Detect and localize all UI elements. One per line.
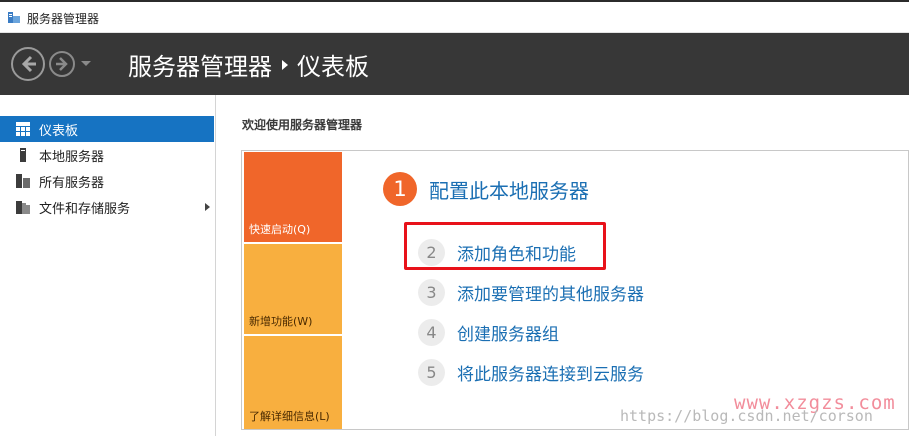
sidebar-item-dashboard[interactable]: 仪表板 <box>0 116 214 142</box>
chevron-right-icon[interactable] <box>205 203 210 211</box>
dashboard-icon <box>16 122 30 136</box>
step-label: 创建服务器组 <box>457 324 559 345</box>
file-storage-icon <box>16 201 30 214</box>
server-manager-app-icon <box>8 12 20 23</box>
sidebar-item-local-server[interactable]: 本地服务器 <box>0 142 214 168</box>
sidebar-item-label: 本地服务器 <box>39 149 105 165</box>
annotation-highlight-box <box>404 222 606 270</box>
tile-learn-more[interactable]: 了解详细信息(L) <box>244 336 342 429</box>
step-number-badge: 4 <box>418 318 445 346</box>
add-other-servers-link[interactable]: 3 添加要管理的其他服务器 <box>418 278 644 306</box>
header-bar: 服务器管理器 仪表板 <box>0 33 909 95</box>
tile-whats-new[interactable]: 新增功能(W) <box>244 244 342 334</box>
sidebar-item-label: 文件和存储服务 <box>39 201 131 217</box>
tile-label: 了解详细信息(L) <box>249 410 330 423</box>
title-bar: 服务器管理器 <box>0 0 909 33</box>
sidebar-item-all-servers[interactable]: 所有服务器 <box>0 168 214 194</box>
window-title: 服务器管理器 <box>27 12 100 26</box>
tile-label: 新增功能(W) <box>249 315 313 328</box>
step-1-number-badge: 1 <box>383 172 417 206</box>
sidebar: 仪表板 本地服务器 所有服务器 文件和存储服务 <box>0 95 216 436</box>
all-servers-icon <box>16 174 30 188</box>
configure-local-server-link[interactable]: 配置此本地服务器 <box>429 175 589 204</box>
step-number-badge: 5 <box>418 358 445 386</box>
blog-watermark: https://blog.csdn.net/corson <box>620 407 873 425</box>
sidebar-item-label: 所有服务器 <box>39 175 105 191</box>
create-server-group-link[interactable]: 4 创建服务器组 <box>418 318 559 346</box>
local-server-icon <box>20 148 26 162</box>
welcome-heading: 欢迎使用服务器管理器 <box>242 118 363 132</box>
history-dropdown-icon[interactable] <box>79 59 93 69</box>
forward-button[interactable] <box>49 51 75 77</box>
connect-cloud-services-link[interactable]: 5 将此服务器连接到云服务 <box>418 358 644 386</box>
breadcrumb-current: 仪表板 <box>297 53 369 81</box>
step-number-badge: 3 <box>418 278 445 306</box>
sidebar-item-file-storage[interactable]: 文件和存储服务 <box>0 194 214 220</box>
sidebar-item-label: 仪表板 <box>39 123 79 139</box>
breadcrumb-separator-icon <box>282 59 288 70</box>
step-label: 将此服务器连接到云服务 <box>457 364 644 385</box>
breadcrumb-root[interactable]: 服务器管理器 <box>128 47 272 82</box>
breadcrumb: 服务器管理器 仪表板 <box>128 47 369 82</box>
tile-quick-start[interactable]: 快速启动(Q) <box>244 152 342 242</box>
tile-label: 快速启动(Q) <box>249 223 311 236</box>
back-button[interactable] <box>11 47 45 81</box>
step-label: 添加要管理的其他服务器 <box>457 284 644 305</box>
